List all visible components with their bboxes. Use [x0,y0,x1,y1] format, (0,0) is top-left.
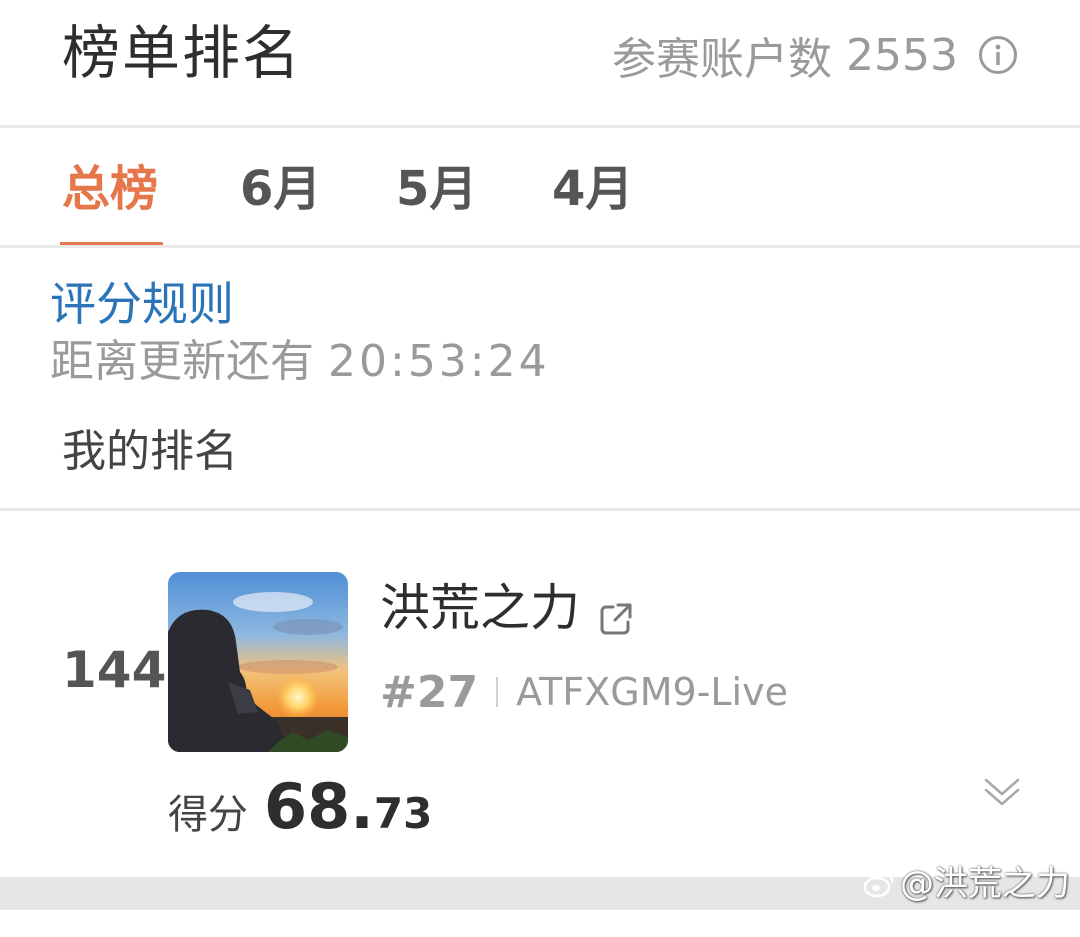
my-rank-heading: 我的排名 [62,426,238,477]
rank-number: 144 [62,641,167,699]
watermark-text: @洪荒之力 [900,864,1070,904]
tab-may[interactable]: 5月 [396,160,477,218]
external-link-icon[interactable] [598,590,634,635]
score: 得分 68. 73 [168,770,432,843]
tab-june[interactable]: 6月 [240,160,321,218]
tabs-divider [0,245,1080,248]
section-divider [0,508,1080,511]
participants-info: 参赛账户数 2553 [612,28,1018,85]
countdown-label: 距离更新还有 [50,336,314,387]
score-integer: 68. [264,770,374,843]
sub-rank: #27 [380,666,479,718]
page-title: 榜单排名 [62,19,303,87]
leaderboard-page: 榜单排名 参赛账户数 2553 总榜 6月 5月 4月 评分规则 距离更新还有 2… [0,0,1080,937]
header-divider [0,125,1080,128]
watermark: @洪荒之力 [862,864,1070,904]
account-meta: #27 ATFXGM9-Live [380,664,788,720]
meta-separator [496,677,499,707]
info-circle-icon[interactable] [978,35,1018,75]
account-id: ATFXGM9-Live [516,670,788,714]
header: 榜单排名 参赛账户数 2553 [0,0,1080,126]
score-label: 得分 [168,792,248,838]
update-countdown: 距离更新还有 20:53:24 [50,334,550,390]
participants-count: 2553 [846,29,958,81]
weibo-logo-icon [862,867,896,901]
scoring-rules-link[interactable]: 评分规则 [50,276,234,332]
tab-april[interactable]: 4月 [552,160,633,218]
avatar[interactable] [168,572,348,752]
expand-chevron-icon[interactable] [982,772,1022,812]
user-name-text: 洪荒之力 [380,579,580,637]
user-name[interactable]: 洪荒之力 [380,578,634,638]
score-decimal: 73 [373,789,433,838]
period-tabs: 总榜 6月 5月 4月 [0,130,1080,246]
participants-label: 参赛账户数 [612,34,833,85]
countdown-time: 20:53:24 [328,336,550,387]
tab-overall[interactable]: 总榜 [62,160,158,218]
